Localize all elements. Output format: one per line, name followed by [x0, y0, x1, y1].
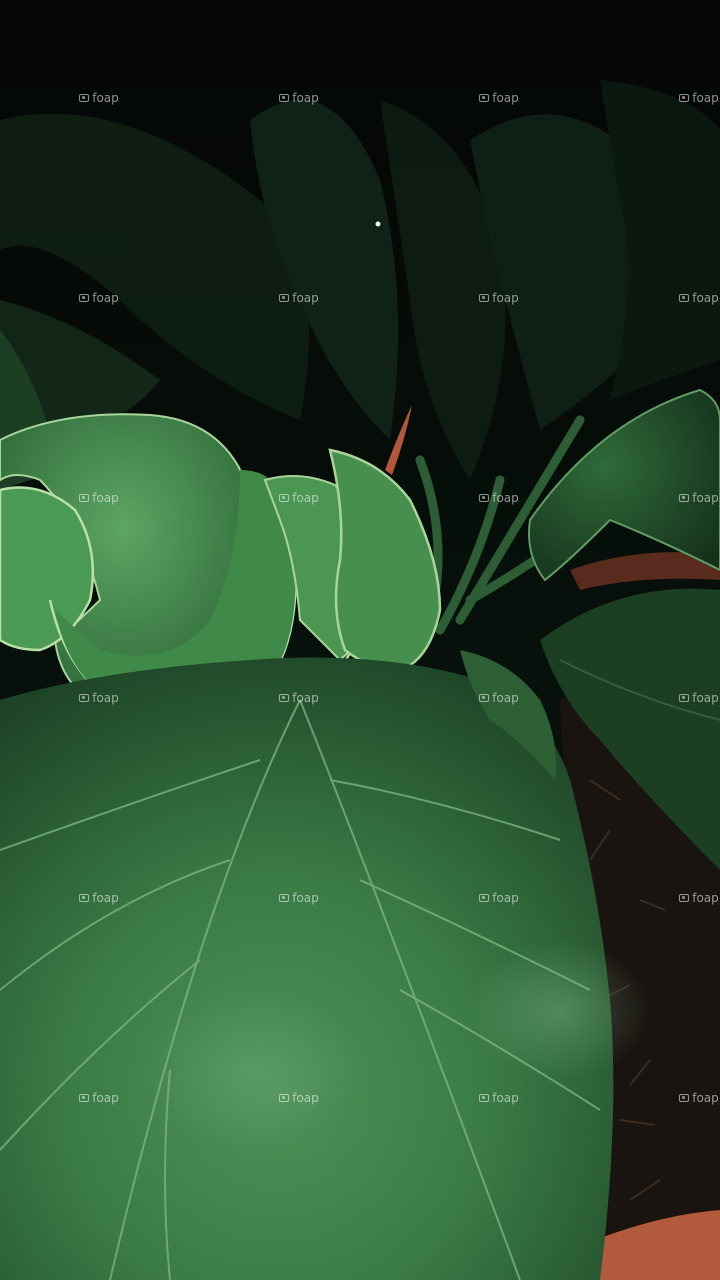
- light-glare: [470, 940, 650, 1080]
- water-droplet: [375, 221, 381, 227]
- photo-scene: foap foap foap foap foap foap foap foap foap foap…: [0, 0, 720, 1280]
- plant-leaves-photo: [0, 0, 720, 1280]
